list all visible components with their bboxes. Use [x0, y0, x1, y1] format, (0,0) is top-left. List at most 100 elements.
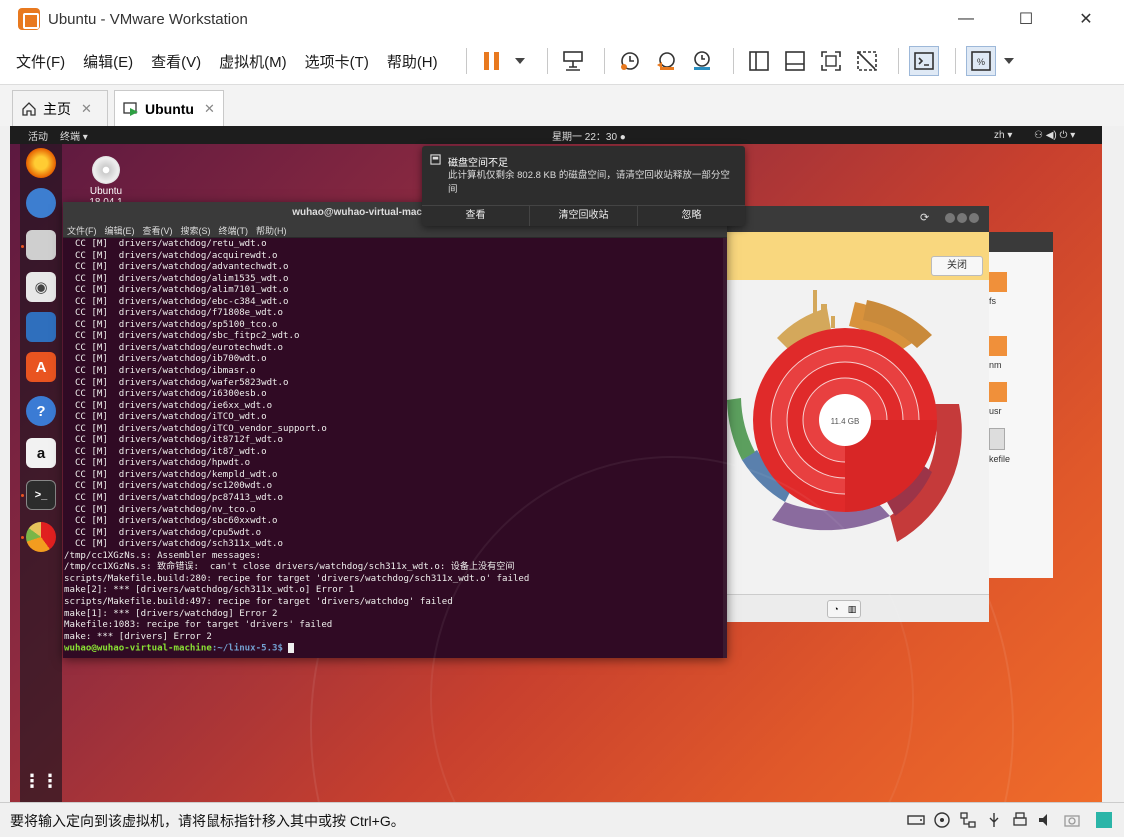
notification-view-button[interactable]: 查看 [422, 206, 530, 226]
disk-usage-window[interactable]: 关闭 11.4 GB ◔ ▥ [727, 232, 989, 622]
terminal-scrollbar[interactable] [723, 238, 727, 658]
amazon-icon[interactable]: a [26, 438, 56, 468]
refresh-icon[interactable]: ⟳ [920, 211, 929, 224]
activities-button[interactable]: 活动 [28, 128, 48, 143]
menu-file[interactable]: 文件(F) [16, 51, 65, 72]
clock[interactable]: 星期一 22：30 ● [552, 128, 626, 143]
ring-chart-icon[interactable]: ◔ [828, 601, 844, 617]
terminal-menu-terminal[interactable]: 终端(T) [219, 224, 249, 237]
stretch-guest-button[interactable]: % [965, 46, 996, 76]
menu-edit[interactable]: 编辑(E) [83, 51, 133, 72]
snapshot-manager-button[interactable] [687, 46, 717, 76]
sound-card-icon[interactable] [1036, 810, 1056, 830]
menu-view[interactable]: 查看(V) [151, 51, 201, 72]
network-adapter-icon[interactable] [958, 810, 978, 830]
ring-segment[interactable] [821, 304, 827, 328]
drive-icon [430, 154, 441, 165]
terminal-prompt-line: wuhao@wuhao-virtual-machine:~/linux-5.3$ [64, 643, 727, 655]
tab-home-close-icon[interactable]: ✕ [81, 101, 92, 117]
power-dropdown-button[interactable] [513, 46, 527, 76]
prompt-path: :~/linux-5.3$ [211, 643, 289, 654]
terminal-line: scripts/Makefile.build:280: recipe for t… [64, 573, 530, 584]
terminal-line: CC [M] drivers/watchdog/iTCO_vendor_supp… [64, 423, 327, 434]
software-center-icon[interactable]: A [26, 352, 56, 382]
notification-title: 磁盘空间不足 [448, 158, 508, 169]
menu-tabs[interactable]: 选项卡(T) [305, 51, 369, 72]
menu-help[interactable]: 帮助(H) [387, 51, 438, 72]
show-applications-icon[interactable]: ⋮⋮ [23, 766, 59, 796]
terminal-line: scripts/Makefile.build:497: recipe for t… [64, 596, 453, 607]
show-thumbnail-bar-button[interactable] [780, 46, 810, 76]
thunderbird-icon[interactable] [26, 188, 56, 218]
tab-ubuntu[interactable]: Ubuntu ✕ [114, 90, 224, 126]
folder-icon [989, 272, 1007, 292]
full-screen-button[interactable] [816, 46, 846, 76]
tab-home[interactable]: 主页 ✕ [12, 90, 108, 126]
snapshot-button[interactable] [615, 46, 645, 76]
terminal-menu-edit[interactable]: 编辑(E) [105, 224, 135, 237]
maximize-button[interactable]: ☐ [1004, 6, 1048, 32]
status-message: 要将输入定向到该虚拟机，请将鼠标指针移入其中或按 Ctrl+G。 [10, 813, 405, 829]
ring-segment[interactable] [727, 398, 755, 460]
disk-usage-sunburst-chart[interactable]: 11.4 GB [727, 280, 989, 594]
terminal-icon[interactable]: >_ [26, 480, 56, 510]
printer-icon[interactable] [1010, 810, 1030, 830]
ring-segment[interactable] [831, 316, 835, 328]
library-panel-icon [748, 51, 769, 71]
terminal-lines: CC [M] drivers/watchdog/retu_wdt.o CC [M… [64, 239, 727, 643]
help-icon[interactable]: ? [26, 396, 56, 426]
system-tray[interactable]: ⚇ ◀) ⏻ ▾ [1034, 130, 1075, 141]
files-window[interactable]: fs nm usr kefile [989, 232, 1053, 578]
terminal-menubar: 文件(F) 编辑(E) 查看(V) 搜索(S) 终端(T) 帮助(H) [63, 224, 727, 238]
writer-icon[interactable] [26, 312, 56, 342]
rhythmbox-icon[interactable]: ◉ [26, 272, 56, 302]
notification-ignore-button[interactable]: 忽略 [638, 206, 745, 226]
minimize-button[interactable]: — [944, 6, 988, 32]
show-library-button[interactable] [744, 46, 774, 76]
revert-snapshot-button[interactable] [651, 46, 681, 76]
cd-dvd-icon[interactable] [932, 810, 952, 830]
terminal-line: CC [M] drivers/watchdog/sp5100_tco.o [64, 319, 278, 330]
treemap-chart-icon[interactable]: ▥ [844, 601, 860, 617]
terminal-window[interactable]: wuhao@wuhao-virtual-machine: ~/linux-5.3… [63, 202, 727, 658]
files-window-titlebar [989, 232, 1053, 252]
firefox-icon[interactable] [26, 148, 56, 178]
close-button[interactable]: ✕ [1064, 6, 1108, 32]
menu-vm[interactable]: 虚拟机(M) [219, 51, 287, 72]
console-icon [913, 52, 934, 70]
disk-usage-analyzer-icon[interactable] [26, 522, 56, 552]
pause-button[interactable] [477, 46, 507, 76]
unity-mode-button[interactable] [852, 46, 882, 76]
usb-device-icon[interactable] [984, 810, 1004, 830]
infobar-close-button[interactable]: 关闭 [931, 256, 983, 276]
input-method[interactable]: zh ▾ [994, 130, 1012, 141]
terminal-line: Makefile:1083: recipe for target 'driver… [64, 620, 333, 631]
terminal-menu-search[interactable]: 搜索(S) [181, 224, 211, 237]
send-ctrl-alt-del-button[interactable] [558, 46, 588, 76]
stretch-dropdown-button[interactable] [1002, 46, 1016, 76]
gnome-top-bar: 活动 终端 ▾ 星期一 22：30 ● zh ▾ ⚇ ◀) ⏻ ▾ [10, 126, 1102, 144]
folder-icon [989, 382, 1007, 402]
terminal-menu-view[interactable]: 查看(V) [143, 224, 173, 237]
stretch-guest-icon: % [970, 51, 991, 71]
terminal-app-menu[interactable]: 终端 ▾ [60, 128, 88, 143]
low-disk-notification[interactable]: 磁盘空间不足 此计算机仅剩余 802.8 KB 的磁盘空间，请清空回收站释放一部… [422, 146, 745, 226]
ring-segment[interactable] [813, 290, 817, 326]
terminal-menu-help[interactable]: 帮助(H) [256, 224, 287, 237]
terminal-menu-file[interactable]: 文件(F) [67, 224, 97, 237]
files-icon[interactable] [26, 230, 56, 260]
revert-snapshot-icon [656, 52, 675, 70]
notification-empty-trash-button[interactable]: 清空回收站 [530, 206, 638, 226]
camera-icon[interactable] [1062, 810, 1082, 830]
window-control-dots-icon [945, 213, 979, 223]
window-controls[interactable] [944, 212, 979, 224]
vm-running-icon [123, 101, 138, 116]
tab-ubuntu-close-icon[interactable]: ✕ [204, 101, 215, 117]
guest-display[interactable]: 活动 终端 ▾ 星期一 22：30 ● zh ▾ ⚇ ◀) ⏻ ▾ ◉ A ? … [10, 126, 1102, 802]
console-view-button[interactable] [908, 46, 939, 76]
keyboard-send-icon [562, 51, 583, 71]
terminal-line: make[1]: *** [drivers/watchdog] Error 2 [64, 608, 278, 619]
terminal-output[interactable]: CC [M] drivers/watchdog/retu_wdt.o CC [M… [63, 238, 727, 655]
hard-disk-icon[interactable] [906, 810, 926, 830]
message-log-icon[interactable] [1094, 810, 1114, 830]
